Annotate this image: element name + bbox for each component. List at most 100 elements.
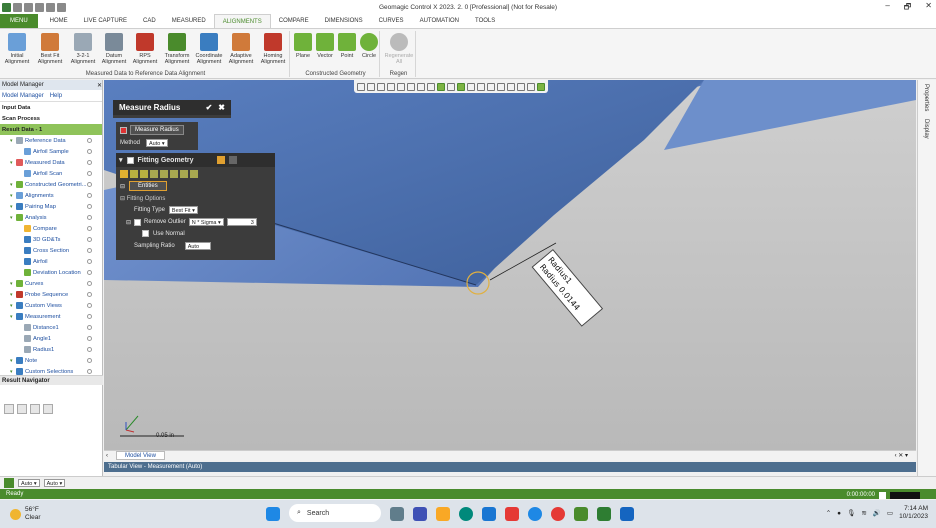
word-icon[interactable] — [620, 507, 634, 521]
plane-button[interactable]: Plane — [292, 33, 314, 59]
tree-item[interactable]: Angle1 — [0, 333, 102, 344]
view-right-icon[interactable] — [407, 82, 415, 91]
method-select[interactable]: Auto ▾ — [146, 139, 168, 147]
tree-item[interactable]: ▾ Note — [0, 355, 102, 366]
view-bottom-icon[interactable] — [427, 82, 435, 91]
tab-compare[interactable]: COMPARE — [271, 14, 317, 28]
tab-dimensions[interactable]: DIMENSIONS — [317, 14, 371, 28]
remove-outlier-method-select[interactable]: N * Sigma ▾ — [188, 218, 224, 226]
tree-item[interactable]: Airfoil Sample — [0, 146, 102, 157]
taskbar-search[interactable]: ⌕ Search — [289, 504, 381, 522]
visibility-eye-icon[interactable] — [87, 292, 92, 297]
fitting-geometry-checkbox[interactable] — [126, 156, 134, 164]
view-cube-icon[interactable] — [367, 82, 375, 91]
tree-item[interactable]: ▾ Pairing Map — [0, 201, 102, 212]
visibility-eye-icon[interactable] — [87, 182, 92, 187]
visibility-eye-icon[interactable] — [87, 314, 92, 319]
best-fit-alignment-button[interactable]: Best Fit Alignment — [35, 33, 65, 65]
selection-mode-select[interactable]: Auto ▾ — [18, 479, 40, 487]
ok-check-button[interactable]: ✔ — [206, 103, 213, 112]
tree-item[interactable]: ▾ Measurement — [0, 311, 102, 322]
visibility-eye-icon[interactable] — [87, 171, 92, 176]
tree-item[interactable]: Airfoil Scan — [0, 168, 102, 179]
entity-mode-icon-3[interactable] — [140, 170, 148, 178]
display-tab[interactable]: Display — [923, 119, 929, 139]
visibility-eye-icon[interactable] — [87, 204, 92, 209]
tree-item[interactable]: Input Data — [0, 102, 102, 113]
tree-item[interactable]: Cross Section — [0, 245, 102, 256]
view-front-icon[interactable] — [377, 82, 385, 91]
tab-home[interactable]: HOME — [42, 14, 76, 28]
entity-mode-icon-1[interactable] — [120, 170, 128, 178]
display-mode-select[interactable]: Auto ▾ — [43, 479, 66, 487]
app-red-icon[interactable] — [505, 507, 519, 521]
mic-icon[interactable]: 🎙 — [847, 509, 855, 517]
remove-outlier-stepper[interactable]: 3 — [226, 218, 257, 226]
tree-item[interactable]: ▾ Custom Views — [0, 300, 102, 311]
tree-item[interactable]: Result Data - 1 — [0, 124, 102, 135]
paint-brush-icon[interactable] — [507, 82, 515, 91]
visibility-eye-icon[interactable] — [87, 138, 92, 143]
3d-viewport[interactable]: 0.05 in — [104, 80, 916, 450]
nav-last-icon[interactable] — [43, 404, 53, 414]
wifi-icon[interactable]: ≋ — [861, 509, 866, 517]
chrome-icon[interactable] — [551, 507, 565, 521]
regenerate-all-button[interactable]: Regenerate All — [384, 33, 414, 65]
volume-icon[interactable]: 🔊 — [873, 509, 881, 517]
tab-automation[interactable]: AUTOMATION — [412, 14, 467, 28]
visibility-eye-icon[interactable] — [87, 215, 92, 220]
properties-tab[interactable]: Properties — [923, 84, 929, 111]
visibility-eye-icon[interactable] — [87, 325, 92, 330]
extension-icon[interactable] — [517, 82, 525, 91]
minimize-button[interactable]: – — [885, 1, 889, 15]
lasso-select-icon[interactable] — [487, 82, 495, 91]
close-button[interactable]: ✕ — [925, 1, 932, 15]
visibility-eye-icon[interactable] — [87, 270, 92, 275]
transform-alignment-button[interactable]: Transform Alignment — [162, 33, 192, 65]
tab-cad[interactable]: CAD — [135, 14, 164, 28]
nav-next-icon[interactable] — [30, 404, 40, 414]
use-normal-checkbox[interactable] — [142, 230, 149, 237]
entity-mode-icon-8[interactable] — [190, 170, 198, 178]
tree-item[interactable]: ▾ Analysis — [0, 212, 102, 223]
tree-item[interactable]: Deviation Location — [0, 267, 102, 278]
entities-field[interactable]: Entities — [129, 181, 167, 191]
visibility-eye-icon[interactable] — [87, 149, 92, 154]
entity-mode-icon-2[interactable] — [130, 170, 138, 178]
tree-item[interactable]: Radius1 — [0, 344, 102, 355]
tree-item[interactable]: ▾ Constructed Geometri... — [0, 179, 102, 190]
datum-alignment-button[interactable]: Datum Alignment — [99, 33, 129, 65]
tab-alignments[interactable]: ALIGNMENTS — [213, 14, 271, 28]
select-mode-icon[interactable] — [357, 82, 365, 91]
color-fill-icon[interactable] — [527, 82, 535, 91]
weather-widget[interactable]: 56°F Clear — [0, 506, 41, 522]
freeform-select-icon[interactable] — [497, 82, 505, 91]
vector-button[interactable]: Vector — [314, 33, 336, 59]
fitting-type-select[interactable]: Best Fit ▾ — [168, 206, 198, 214]
point-button[interactable]: Point — [336, 33, 358, 59]
chat-icon[interactable] — [413, 507, 427, 521]
visibility-eye-icon[interactable] — [87, 226, 92, 231]
homing-alignment-button[interactable]: Homing Alignment — [258, 33, 288, 65]
visibility-eye-icon[interactable] — [87, 303, 92, 308]
view-nav-controls[interactable]: ‹ ✕ ▾ — [895, 452, 908, 459]
visibility-eye-icon[interactable] — [87, 193, 92, 198]
tree-item[interactable]: ▾ Reference Data — [0, 135, 102, 146]
tree-item[interactable]: 3D GD&Ts — [0, 234, 102, 245]
search-icon[interactable] — [217, 156, 225, 164]
remove-outlier-checkbox[interactable] — [134, 218, 142, 226]
visibility-eye-icon[interactable] — [87, 237, 92, 242]
control-x-icon[interactable] — [597, 507, 611, 521]
edge-icon[interactable] — [459, 507, 473, 521]
adaptive-alignment-button[interactable]: Adaptive Alignment — [226, 33, 256, 65]
tray-app-icon[interactable]: ● — [837, 510, 841, 517]
tree-item[interactable]: Scan Process — [0, 113, 102, 124]
cancel-button[interactable]: ✖ — [218, 103, 225, 112]
nav-prev-icon[interactable] — [17, 404, 27, 414]
rps-alignment-button[interactable]: RPS Alignment — [130, 33, 160, 65]
battery-icon[interactable]: ▭ — [887, 509, 893, 517]
view-back-icon[interactable] — [387, 82, 395, 91]
tree-item[interactable]: ▾ Alignments — [0, 190, 102, 201]
coordinate-alignment-button[interactable]: Coordinate Alignment — [194, 33, 224, 65]
scroll-left-icon[interactable]: ‹ — [106, 453, 108, 459]
